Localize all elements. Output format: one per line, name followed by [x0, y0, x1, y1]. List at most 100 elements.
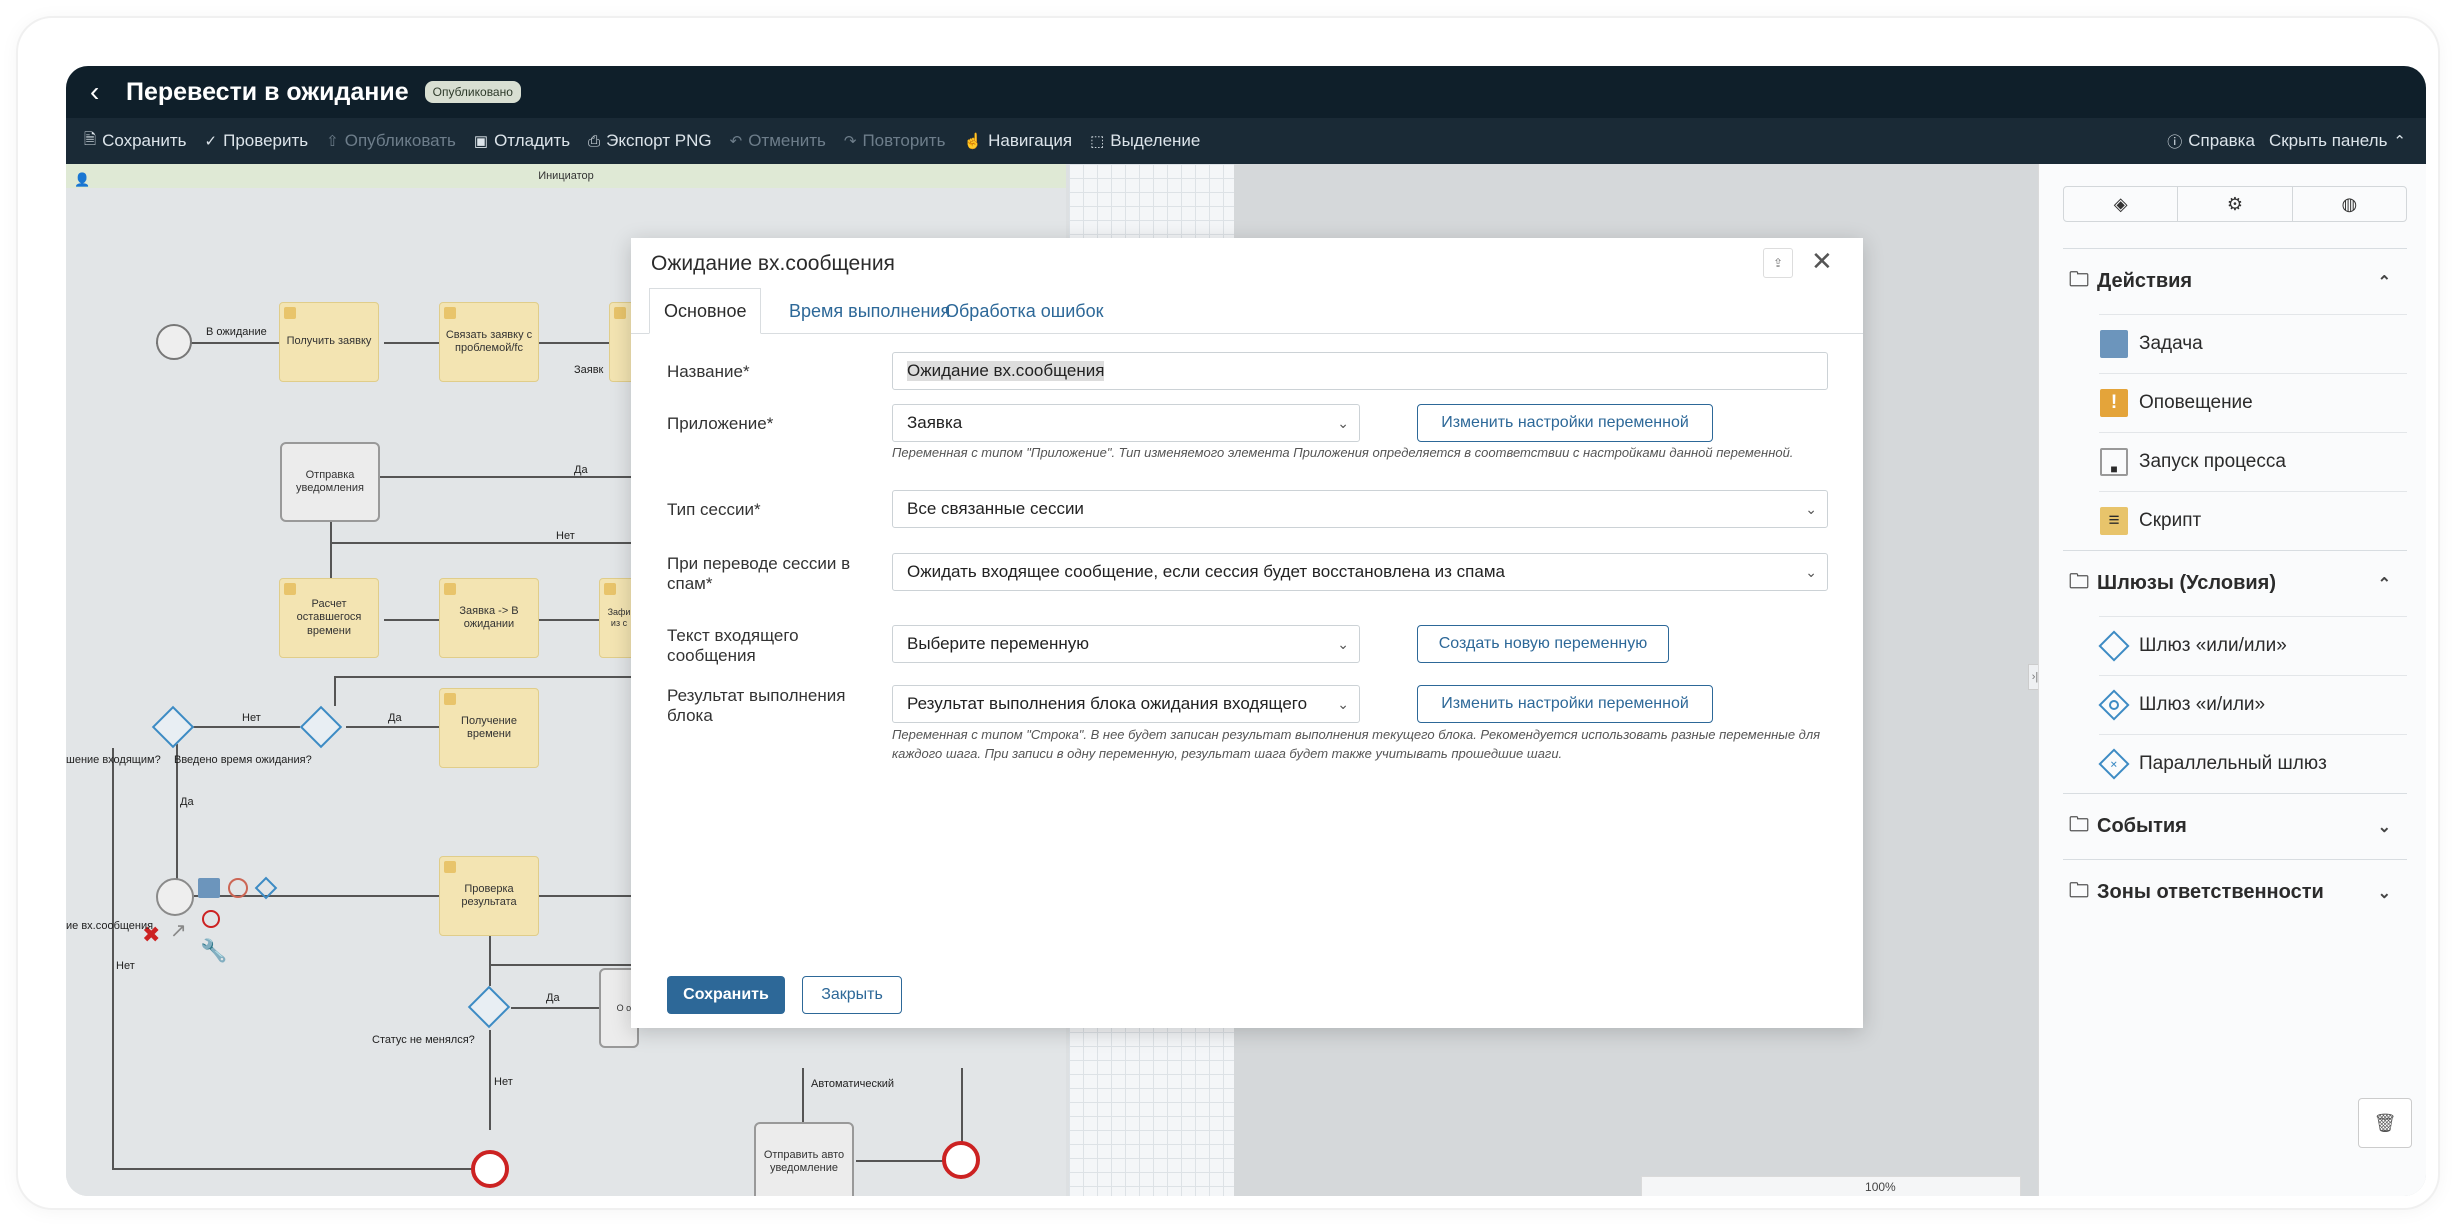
task-link-request[interactable]: Связать заявку с проблемой/fc [439, 302, 539, 382]
section-events[interactable]: 🗀 События ⌄ [2063, 793, 2407, 859]
palette-item-or-gateway[interactable]: Шлюз «и/или» [2098, 675, 2407, 734]
navigation-toolbar-button[interactable]: ☝ Навигация [963, 131, 1072, 151]
task-calc-time[interactable]: Расчет оставшегося времени [279, 578, 379, 658]
script-icon: ≡ [2099, 506, 2129, 536]
result-select[interactable]: Результат выполнения блока ожидания вход… [892, 685, 1360, 723]
end-event[interactable] [471, 1150, 509, 1188]
tab-basic[interactable]: Основное [649, 288, 762, 334]
zoom-in-icon[interactable]: + [1971, 1191, 1985, 1196]
message-catch-event[interactable] [156, 878, 194, 916]
create-variable-button[interactable]: Создать новую переменную [1417, 625, 1669, 663]
name-input[interactable]: Ожидание вх.сообщения [892, 352, 1828, 390]
task-status-waiting[interactable]: Заявка -> В ожидании [439, 578, 539, 658]
edge [961, 1068, 963, 1148]
item-label: Скрипт [2139, 510, 2202, 531]
zoom-out-icon[interactable]: − [1762, 1192, 1775, 1196]
gear-icon[interactable]: ⚙ [2178, 187, 2293, 221]
task-icon [604, 583, 616, 595]
event-icon[interactable] [228, 878, 248, 898]
help-link[interactable]: ⓘ Справка [2167, 131, 2255, 152]
gateway[interactable] [299, 705, 343, 749]
edge [330, 518, 332, 580]
chevron-down-icon: ⌄ [1805, 563, 1817, 580]
window-frame: ‹ Перевести в ожидание Опубликовано 🗎 Сох… [18, 18, 2438, 1208]
debug-icon: ▣ [473, 133, 489, 150]
section-actions[interactable]: 🗀 Действия ⌃ [2063, 248, 2407, 314]
palette-item-task[interactable]: Задача [2099, 314, 2407, 373]
user-task-icon[interactable] [198, 878, 220, 898]
grid-toggle-icon[interactable]: ▦ [1656, 1195, 1673, 1197]
gateway[interactable] [467, 985, 511, 1029]
redo-toolbar-button[interactable]: ↷ Повторить [844, 131, 946, 151]
tab-error-handling[interactable]: Обработка ошибок [931, 288, 1117, 334]
edge-label: Да [180, 796, 194, 808]
end-event-icon[interactable] [202, 910, 220, 928]
spam-label: При переводе сессии в спам* [667, 554, 851, 593]
task-get-request[interactable]: Получить заявку [279, 302, 379, 382]
session-type-select[interactable]: Все связанные сессии ⌄ [892, 490, 1828, 528]
save-toolbar-button[interactable]: 🗎 Сохранить [84, 129, 187, 154]
xor-gateway-icon [2098, 630, 2130, 662]
chevron-up-icon: ⌃ [2377, 575, 2391, 593]
edge-label: Нет [242, 712, 261, 724]
fit-screen-icon[interactable]: ▭ [1709, 1195, 1726, 1197]
result-variable-settings-button[interactable]: Изменить настройки переменной [1417, 685, 1713, 723]
select-toolbar-button[interactable]: ⬚ Выделение [1090, 131, 1200, 151]
trash-icon[interactable]: 🗑 [2358, 1098, 2412, 1148]
palette-item-xor-gateway[interactable]: Шлюз «или/или» [2098, 616, 2407, 675]
gateway[interactable] [151, 705, 195, 749]
section-title: Шлюзы (Условия) [2097, 572, 2277, 594]
task-label: Зафи из с [607, 607, 631, 628]
task-send-notification[interactable]: Отправка уведомления [280, 442, 380, 522]
publish-icon: ⇧ [326, 133, 339, 150]
edge-label: Да [388, 712, 402, 724]
section-gateways[interactable]: 🗀 Шлюзы (Условия) ⌃ [2063, 550, 2407, 616]
section-title: События [2097, 815, 2187, 837]
hide-panel-button[interactable]: Скрыть панель ⌃ [2269, 131, 2406, 151]
diamond-icon[interactable]: ◈ [2064, 187, 2179, 221]
edge-label: Да [574, 464, 588, 476]
gateway-label: Статус не менялся? [372, 1034, 475, 1046]
spam-select[interactable]: Ожидать входящее сообщение, если сессия … [892, 553, 1828, 591]
end-event[interactable] [942, 1141, 980, 1179]
check-toolbar-button[interactable]: ✓ Проверить [205, 131, 309, 151]
start-event-label: В ожидание [206, 326, 267, 338]
section-zones[interactable]: 🗀 Зоны ответственности ⌄ [2063, 859, 2407, 925]
chevron-down-icon: ⌄ [1337, 635, 1349, 652]
folder-icon: 🗀 [2069, 879, 2089, 902]
publish-toolbar-button[interactable]: ⇧ Опубликовать [326, 131, 456, 151]
close-icon[interactable]: ✕ [1811, 246, 1833, 277]
app-variable-settings-button[interactable]: Изменить настройки переменной [1417, 404, 1713, 442]
help-label: Справка [2188, 131, 2255, 150]
chevron-up-icon: ⌃ [2377, 273, 2391, 291]
incoming-text-value: Выберите переменную [907, 634, 1090, 653]
save-button[interactable]: Сохранить [667, 976, 785, 1014]
undo-toolbar-button[interactable]: ↶ Отменить [730, 131, 826, 151]
app-select[interactable]: Заявка ⌄ [892, 404, 1360, 442]
arrow-icon[interactable]: ↗ [170, 918, 187, 943]
edge-label: Нет [556, 530, 575, 542]
debug-toolbar-button[interactable]: ▣ Отладить [474, 131, 570, 151]
wrench-icon[interactable]: 🔧 [200, 938, 227, 964]
incoming-text-select[interactable]: Выберите переменную ⌄ [892, 625, 1360, 663]
close-button[interactable]: Закрыть [802, 976, 902, 1014]
task-label: Расчет оставшегося времени [296, 598, 362, 637]
palette-icon[interactable]: ◍ [2293, 187, 2406, 221]
palette-item-notification[interactable]: ! Оповещение [2099, 373, 2407, 432]
palette-item-script[interactable]: ≡ Скрипт [2099, 491, 2407, 550]
task-get-time[interactable]: Получение времени [439, 688, 539, 768]
chevron-down-icon: ⌄ [1805, 500, 1817, 517]
export-png-toolbar-button[interactable]: ⎙ Экспорт PNG [588, 131, 711, 151]
event-label: ие вх.сообщения [66, 920, 154, 932]
palette-item-parallel-gateway[interactable]: + Параллельный шлюз [2098, 734, 2407, 793]
edge [330, 542, 680, 544]
app-value: Заявка [907, 413, 963, 432]
task-send-auto-notification[interactable]: Отправить авто уведомление [754, 1122, 854, 1196]
timer-start-event[interactable] [156, 324, 192, 360]
name-label: Название* [667, 362, 750, 381]
task-label: Связать заявку с проблемой/fc [445, 328, 533, 354]
task-check-result[interactable]: Проверка результата [439, 856, 539, 936]
palette-item-start-process[interactable]: ■ Запуск процесса [2099, 432, 2407, 491]
pin-icon[interactable]: ⇪ [1763, 248, 1793, 278]
back-icon[interactable]: ‹ [90, 76, 126, 108]
